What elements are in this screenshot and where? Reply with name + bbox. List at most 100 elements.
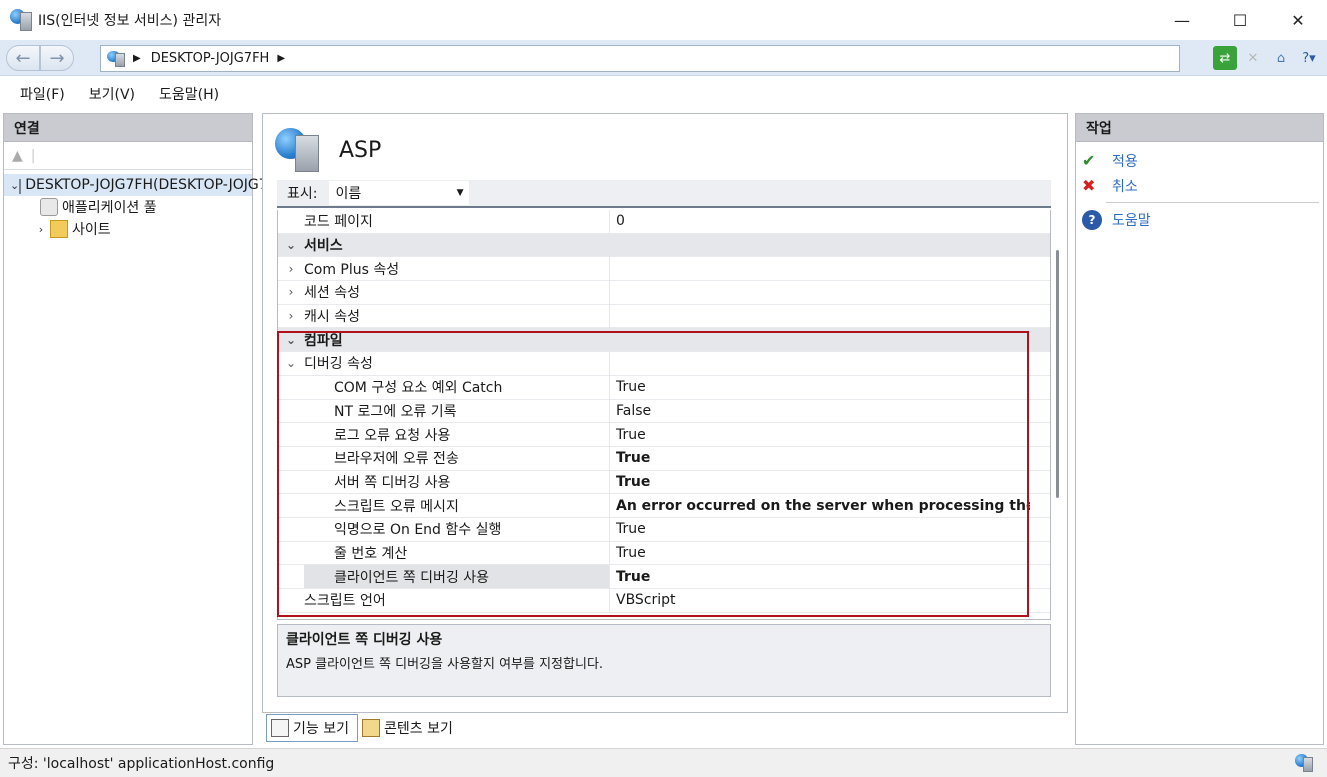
row-expander[interactable]: ⌄ <box>278 356 304 370</box>
property-row[interactable]: ⌄ 디버깅 속성 <box>278 352 1050 376</box>
property-name: 세션 속성 <box>304 281 610 304</box>
property-row[interactable]: 로그 오류 요청 사용 True <box>278 423 1050 447</box>
tab-content-view[interactable]: 콘텐츠 보기 <box>358 714 461 742</box>
sites-folder-icon <box>50 220 68 238</box>
property-row[interactable]: 클라이언트 쪽 디버깅 사용 True <box>278 565 1050 589</box>
status-text: 구성: 'localhost' applicationHost.config <box>8 756 275 772</box>
property-row[interactable]: NT 로그에 오류 기록 False <box>278 399 1050 424</box>
property-name: 줄 번호 계산 <box>304 541 610 565</box>
action-help-label: 도움말 <box>1112 212 1151 229</box>
chevron-down-icon: ▼ <box>456 188 464 198</box>
property-value[interactable]: False <box>610 403 1030 419</box>
connections-panel: 연결 ▲ | ⌄ DESKTOP-JOJG7FH(DESKTOP-JOJG7FH\… <box>3 113 327 745</box>
display-select[interactable]: 이름 ▼ <box>329 181 470 205</box>
menu-view[interactable]: 보기(V) <box>89 84 135 104</box>
property-name: 스크립트 언어 <box>304 589 610 612</box>
display-label: 표시: <box>287 186 318 202</box>
maximize-button[interactable]: ☐ <box>1211 0 1269 40</box>
breadcrumb-separator: ▶ <box>133 53 141 64</box>
property-name: COM 구성 요소 예외 Catch <box>304 375 610 399</box>
row-expander[interactable]: › <box>278 262 304 276</box>
property-value[interactable]: True <box>610 474 1030 490</box>
tree-expander-sites[interactable]: › <box>34 223 48 236</box>
display-bar: 표시: 이름 ▼ <box>277 180 1051 208</box>
property-row[interactable]: 스크립트 오류 메시지 An error occurred on the serv… <box>278 494 1050 518</box>
property-name: 익명으로 On End 함수 실행 <box>304 517 610 541</box>
property-row[interactable]: › 세션 속성 <box>278 281 1050 305</box>
tree-item-server[interactable]: ⌄ DESKTOP-JOJG7FH(DESKTOP-JOJG7FH\user) <box>4 174 327 196</box>
breadcrumb-server[interactable]: DESKTOP-JOJG7FH <box>151 51 270 66</box>
property-name: 클라이언트 쪽 디버깅 사용 <box>304 565 610 588</box>
help-icon: ? <box>1082 209 1102 230</box>
actions-header: 작업 <box>1076 114 1323 142</box>
property-name: NT 로그에 오류 기록 <box>304 399 610 423</box>
tree-label-app-pools: 애플리케이션 풀 <box>62 200 157 216</box>
breadcrumb-separator-end[interactable]: ▶ <box>277 53 285 64</box>
description-text: ASP 클라이언트 쪽 디버깅을 사용할지 여부를 지정합니다. <box>286 657 604 672</box>
property-value[interactable]: An error occurred on the server when pro… <box>610 498 1030 514</box>
up-level-icon[interactable]: ▲ <box>12 148 23 164</box>
cancel-icon: ✖ <box>1082 175 1096 195</box>
title-bar: IIS(인터넷 정보 서비스) 관리자 — ☐ ✕ <box>0 0 1327 40</box>
property-row[interactable]: 브라우저에 오류 전송 True <box>278 446 1050 471</box>
property-value[interactable]: True <box>610 545 1030 561</box>
property-name: 디버깅 속성 <box>304 352 610 375</box>
tab-content-view-label: 콘텐츠 보기 <box>383 721 453 737</box>
menu-bar: 파일(F) 보기(V) 도움말(H) <box>0 77 1327 111</box>
property-row[interactable]: 줄 번호 계산 True <box>278 541 1050 566</box>
close-button[interactable]: ✕ <box>1269 0 1327 40</box>
refresh-icon[interactable]: ⇄ <box>1213 46 1237 70</box>
menu-file[interactable]: 파일(F) <box>20 84 65 104</box>
property-value[interactable]: True <box>610 379 1030 395</box>
view-tabs: 기능 보기 콘텐츠 보기 <box>266 714 461 742</box>
content-view-icon <box>361 719 380 737</box>
help-icon[interactable]: ?▾ <box>1297 46 1321 70</box>
property-value[interactable]: VBScript <box>610 592 1030 608</box>
property-value[interactable]: True <box>610 427 1030 443</box>
property-name: Com Plus 속성 <box>304 257 610 281</box>
property-row[interactable]: 스크립트 언어 VBScript <box>278 589 1050 613</box>
property-value[interactable]: True <box>610 521 1030 537</box>
action-apply[interactable]: ✔ 적용 <box>1076 148 1323 173</box>
description-panel: 클라이언트 쪽 디버깅 사용 ASP 클라이언트 쪽 디버깅을 사용할지 여부를… <box>277 624 1051 697</box>
address-bar: ← → ▶ DESKTOP-JOJG7FH ▶ ⇄ ✕ ⌂ ?▾ <box>0 40 1327 76</box>
action-help[interactable]: ? 도움말 <box>1076 207 1323 232</box>
forward-button[interactable]: → <box>40 45 74 71</box>
property-name: 캐시 속성 <box>304 304 610 328</box>
back-button[interactable]: ← <box>6 45 40 71</box>
address-field[interactable]: ▶ DESKTOP-JOJG7FH ▶ <box>100 45 1180 72</box>
minimize-button[interactable]: — <box>1153 0 1211 40</box>
row-expander[interactable]: ⌄ <box>278 333 304 347</box>
iis-app-icon <box>10 9 32 31</box>
row-expander[interactable]: › <box>278 285 304 299</box>
property-value[interactable]: 0 <box>610 213 1030 229</box>
apply-icon: ✔ <box>1082 150 1096 170</box>
property-row[interactable]: COM 구성 요소 예외 Catch True <box>278 375 1050 400</box>
actions-panel: 작업 ✔ 적용 ✖ 취소 ? 도움말 <box>1075 113 1324 745</box>
property-row[interactable]: 익명으로 On End 함수 실행 True <box>278 517 1050 542</box>
property-category[interactable]: ⌄ 컴파일 <box>278 328 1050 353</box>
property-value[interactable]: True <box>610 450 1030 466</box>
property-row[interactable]: › 캐시 속성 <box>278 304 1050 329</box>
property-value[interactable]: True <box>610 569 1030 585</box>
property-category[interactable]: ⌄ 서비스 <box>278 233 1050 258</box>
tree-expander-server[interactable]: ⌄ <box>10 179 19 192</box>
grid-scrollbar[interactable] <box>1056 250 1059 498</box>
tab-features-view[interactable]: 기능 보기 <box>266 714 358 742</box>
row-expander[interactable]: ⌄ <box>278 238 304 252</box>
display-select-value: 이름 <box>335 186 362 202</box>
connections-toolbar: ▲ | <box>4 142 252 170</box>
menu-help[interactable]: 도움말(H) <box>159 84 219 104</box>
property-name: 서버 쪽 디버깅 사용 <box>304 470 610 494</box>
property-name: 브라우저에 오류 전송 <box>304 446 610 470</box>
property-row[interactable]: › Com Plus 속성 <box>278 257 1050 282</box>
stop-icon[interactable]: ✕ <box>1241 46 1265 70</box>
property-name: 로그 오류 요청 사용 <box>304 423 610 446</box>
property-row[interactable]: 서버 쪽 디버깅 사용 True <box>278 470 1050 495</box>
row-expander[interactable]: › <box>278 309 304 323</box>
tree-item-sites[interactable]: › 사이트 <box>4 218 252 240</box>
tree-item-app-pools[interactable]: 애플리케이션 풀 <box>4 196 252 218</box>
property-row[interactable]: 코드 페이지 0 <box>278 210 1050 234</box>
action-cancel[interactable]: ✖ 취소 <box>1076 173 1323 198</box>
home-icon[interactable]: ⌂ <box>1269 46 1293 70</box>
